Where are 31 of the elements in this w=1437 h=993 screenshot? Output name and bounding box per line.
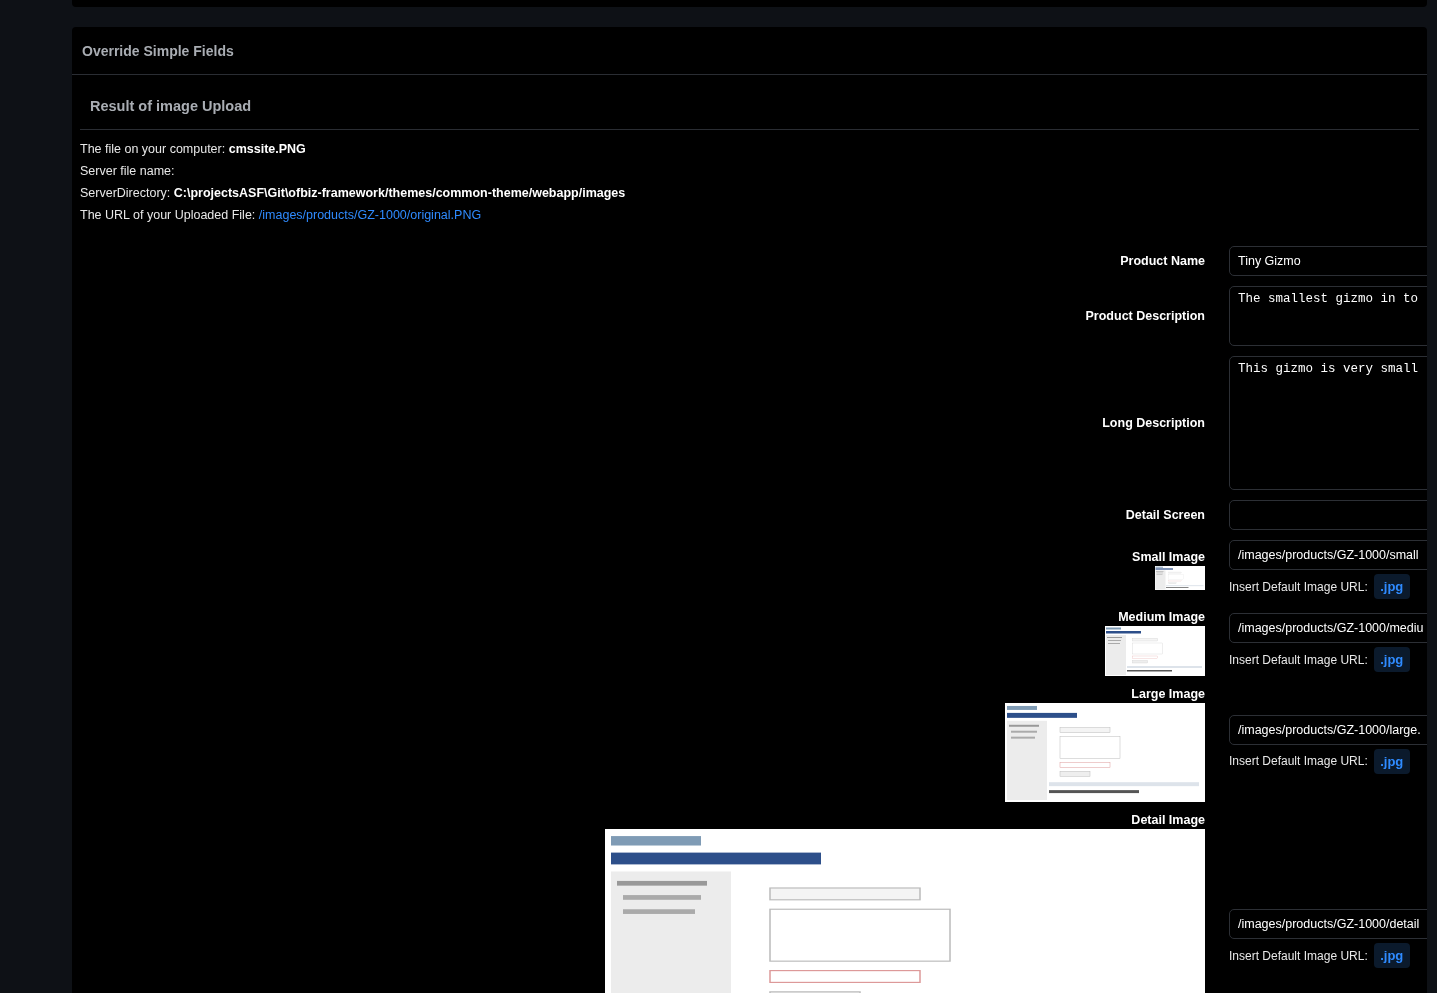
info-line: The file on your computer: cmssite.PNG bbox=[80, 141, 307, 158]
section-title: Result of image Upload bbox=[90, 98, 252, 114]
file-url-link[interactable]: /images/products/GZ-1000/original.PNG bbox=[258, 208, 482, 222]
field-label: Small Image bbox=[1132, 549, 1205, 565]
field-label: Medium Image bbox=[1118, 609, 1205, 625]
text-area[interactable]: The smallest gizmo in to bbox=[1229, 286, 1427, 346]
jpg-button[interactable]: .jpg bbox=[1373, 748, 1410, 774]
insert-label: Insert Default Image URL: bbox=[1229, 579, 1368, 594]
image-url-field[interactable]: /images/products/GZ-1000/large. bbox=[1229, 714, 1427, 745]
field-label: Product Name bbox=[1120, 253, 1205, 269]
jpg-button[interactable]: .jpg bbox=[1373, 647, 1410, 672]
info-line: The URL of your Uploaded File: /images/products/GZ-1000/original.PNG bbox=[80, 207, 483, 224]
input-field[interactable]: Tiny Gizmo bbox=[1229, 246, 1427, 276]
info-line: Server file name: bbox=[80, 163, 176, 180]
panel-title: Override Simple Fields bbox=[82, 43, 234, 59]
text-area[interactable]: This gizmo is very small bbox=[1229, 356, 1427, 490]
field-label: Large Image bbox=[1131, 686, 1205, 702]
insert-label: Insert Default Image URL: bbox=[1229, 754, 1368, 768]
field-label: Long Description bbox=[1102, 415, 1205, 431]
input-field[interactable] bbox=[1229, 500, 1427, 530]
field-label: Detail Screen bbox=[1125, 507, 1205, 523]
image-url-field[interactable]: /images/products/GZ-1000/detail bbox=[1229, 909, 1427, 939]
image-url-field[interactable]: /images/products/GZ-1000/small bbox=[1229, 540, 1427, 570]
insert-label: Insert Default Image URL: bbox=[1229, 948, 1368, 963]
jpg-button[interactable]: .jpg bbox=[1373, 943, 1410, 968]
jpg-button[interactable]: .jpg bbox=[1373, 574, 1410, 599]
info-line: ServerDirectory: C:\projectsASF\Git\ofbiz-framework/themes/common-theme/webapp/images bbox=[80, 185, 627, 202]
field-label: Product Description bbox=[1085, 308, 1205, 324]
image-url-field[interactable]: /images/products/GZ-1000/mediu bbox=[1229, 613, 1427, 643]
field-label: Detail Image bbox=[1131, 812, 1205, 828]
insert-label: Insert Default Image URL: bbox=[1229, 652, 1368, 667]
